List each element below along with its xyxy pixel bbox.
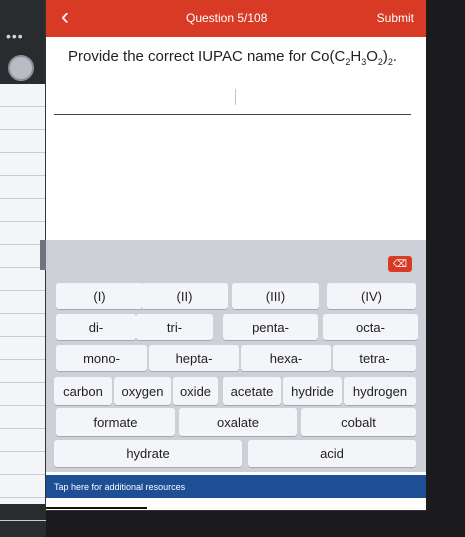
key-di[interactable]: di- [56, 314, 136, 340]
key-cobalt[interactable]: cobalt [301, 408, 416, 436]
key-roman-3[interactable]: (III) [232, 283, 319, 309]
text-cursor [235, 89, 236, 105]
keyboard-divider [40, 240, 46, 270]
formula: Co(C2H3O2)2. [310, 48, 398, 67]
key-acid[interactable]: acid [248, 440, 416, 467]
submit-button[interactable]: Submit [377, 11, 414, 25]
key-hydrogen[interactable]: hydrogen [344, 377, 416, 405]
backspace-icon[interactable]: ⌫ [388, 256, 412, 272]
key-hydrate[interactable]: hydrate [54, 440, 242, 467]
question-counter: Question 5/108 [186, 11, 268, 25]
app-window: ‹ Question 5/108 Submit Provide the corr… [40, 0, 426, 510]
resources-bar[interactable]: Tap here for additional resources [46, 475, 426, 498]
chevron-left-icon[interactable]: ‹ [52, 3, 78, 30]
key-carbon[interactable]: carbon [54, 377, 112, 405]
sidebar-lines [0, 84, 46, 521]
key-mono[interactable]: mono- [56, 345, 147, 371]
answer-field[interactable] [54, 114, 411, 115]
ellipsis-icon[interactable]: ••• [6, 28, 24, 44]
home-indicator [46, 507, 147, 509]
question-prompt: Provide the correct IUPAC name for Co(C2… [68, 48, 397, 67]
key-tetra[interactable]: tetra- [333, 345, 416, 371]
key-tri[interactable]: tri- [136, 314, 213, 340]
key-oxygen[interactable]: oxygen [114, 377, 171, 405]
key-roman-1[interactable]: (I) [56, 283, 143, 309]
header: ‹ Question 5/108 Submit [46, 0, 426, 37]
right-edge [426, 0, 465, 537]
key-penta[interactable]: penta- [223, 314, 318, 340]
key-oxalate[interactable]: oxalate [179, 408, 297, 436]
prompt-text: Provide the correct IUPAC name for [68, 48, 311, 65]
key-formate[interactable]: formate [56, 408, 175, 436]
key-hydride[interactable]: hydride [283, 377, 342, 405]
key-hepta[interactable]: hepta- [149, 345, 239, 371]
key-roman-2[interactable]: (II) [141, 283, 228, 309]
avatar-icon[interactable] [8, 55, 34, 81]
resources-link[interactable]: Tap here for additional resources [54, 482, 185, 492]
key-acetate[interactable]: acetate [223, 377, 281, 405]
key-oxide[interactable]: oxide [173, 377, 218, 405]
key-roman-4[interactable]: (IV) [327, 283, 416, 309]
key-hexa[interactable]: hexa- [241, 345, 331, 371]
key-octa[interactable]: octa- [323, 314, 418, 340]
